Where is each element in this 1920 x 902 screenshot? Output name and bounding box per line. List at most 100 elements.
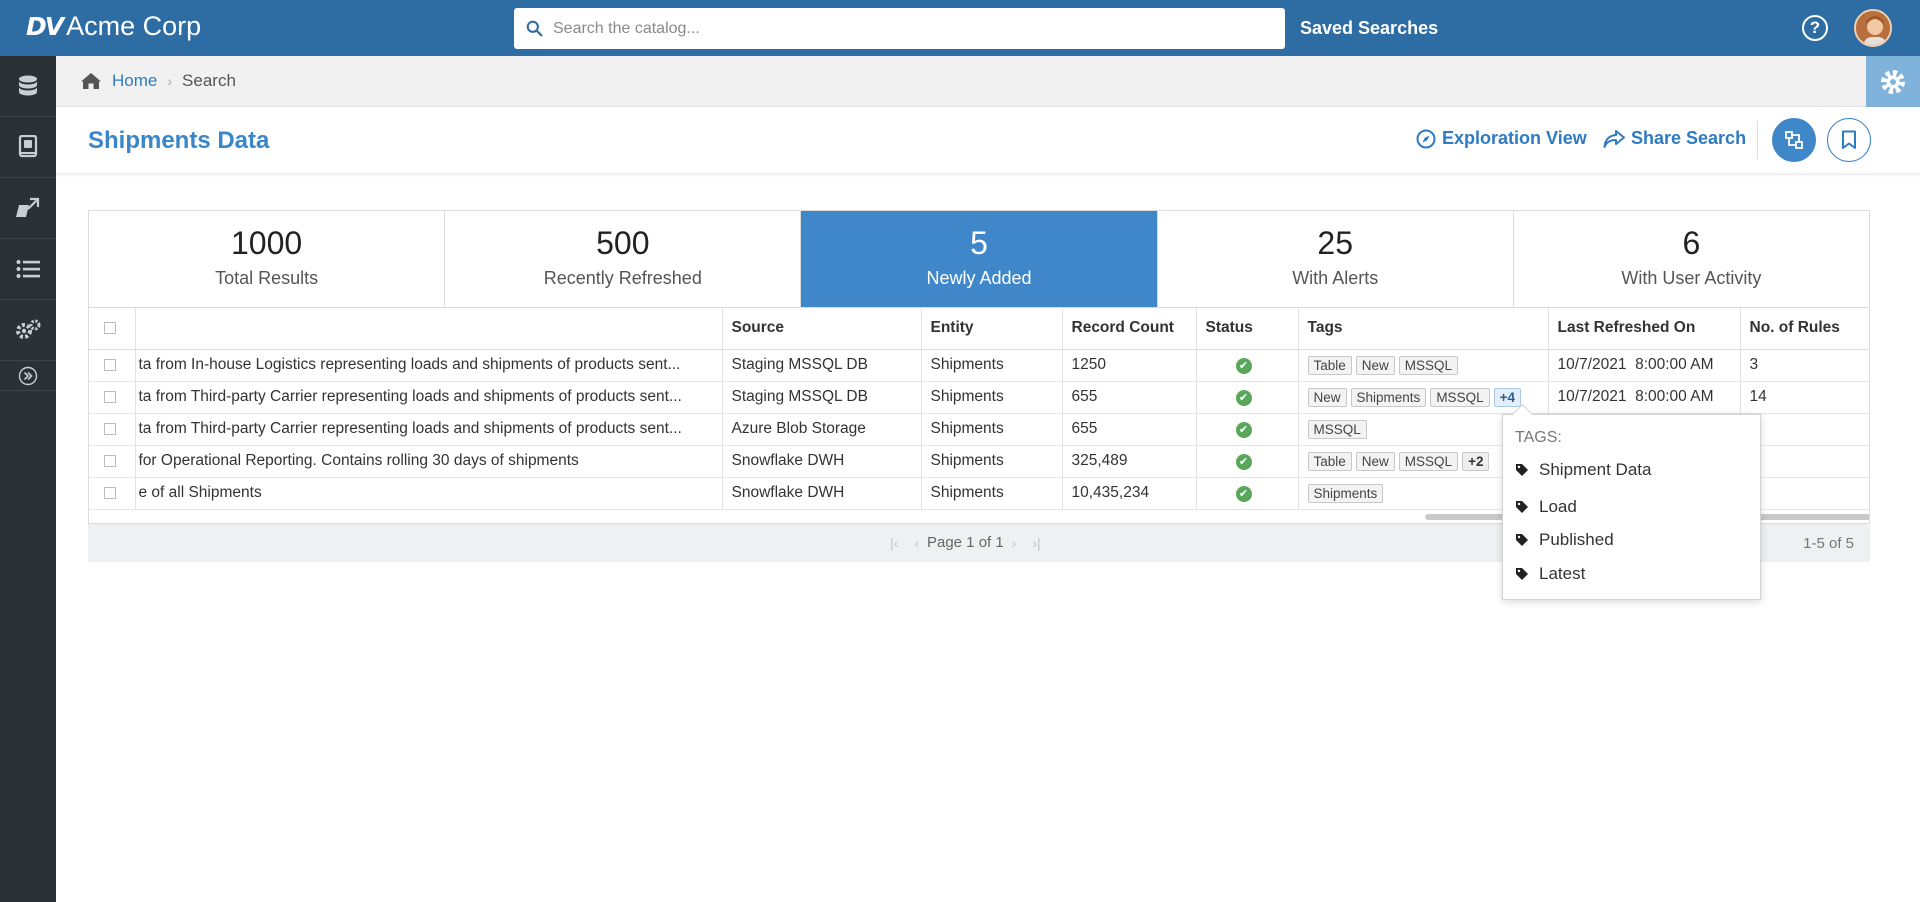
tag-icon xyxy=(1516,568,1528,580)
more-tags-button[interactable]: +4 xyxy=(1493,387,1521,407)
popover-tag-label: Published xyxy=(1539,530,1614,549)
row-source: Azure Blob Storage xyxy=(722,413,922,446)
select-all-checkbox[interactable] xyxy=(104,322,116,335)
row-tags: Table New MSSQL xyxy=(1298,349,1549,382)
row-checkbox[interactable] xyxy=(104,486,116,499)
row-rules: 3 xyxy=(1740,349,1869,382)
list-icon xyxy=(16,260,40,278)
stat-label: Recently Refreshed xyxy=(543,268,702,288)
sidebar-expand-toggle[interactable] xyxy=(0,361,56,391)
tag-chip: New xyxy=(1307,387,1347,407)
tag-chip: Table xyxy=(1307,355,1352,375)
row-description[interactable]: for Operational Reporting. Contains roll… xyxy=(135,445,723,478)
row-description[interactable]: ta from Third-party Carrier representing… xyxy=(135,413,723,446)
popover-tag-item[interactable]: Load xyxy=(1515,497,1577,517)
reports-icon xyxy=(16,197,40,217)
tag-chip: MSSQL xyxy=(1398,355,1459,375)
row-record-count: 1250 xyxy=(1062,349,1197,382)
popover-tag-item[interactable]: Published xyxy=(1515,530,1614,550)
stat-with-user-activity[interactable]: 6 With User Activity xyxy=(1514,211,1869,307)
home-icon[interactable] xyxy=(80,72,102,90)
row-checkbox[interactable] xyxy=(104,422,116,435)
tag-chip: Shipments xyxy=(1350,387,1427,407)
column-header-record-count[interactable]: Record Count xyxy=(1062,308,1197,350)
share-search-link[interactable]: Share Search xyxy=(1603,128,1746,149)
breadcrumb-bar: Home › Search xyxy=(56,56,1920,107)
breadcrumb-home-link[interactable]: Home xyxy=(112,71,157,91)
tag-chip: Table xyxy=(1307,451,1352,471)
bookmark-button[interactable] xyxy=(1827,118,1871,162)
layout-toggle-button[interactable] xyxy=(1772,118,1816,162)
exploration-view-link[interactable]: Exploration View xyxy=(1416,128,1587,149)
pagination-controls: |‹ ‹ Page 1 of 1 › ›| xyxy=(882,534,1049,551)
row-entity: Shipments xyxy=(921,413,1063,446)
settings-button[interactable] xyxy=(1866,56,1920,107)
popover-tag-label: Shipment Data xyxy=(1539,460,1652,479)
stat-value: 5 xyxy=(970,225,988,261)
table-row[interactable]: ta from In-house Logistics representing … xyxy=(89,349,1869,382)
row-checkbox[interactable] xyxy=(104,358,116,371)
stat-value: 500 xyxy=(596,225,650,261)
sidebar-item-settings[interactable] xyxy=(0,300,56,361)
tag-icon xyxy=(1516,464,1528,476)
popover-tag-item[interactable]: Shipment Data xyxy=(1515,460,1651,480)
last-page-icon[interactable]: ›| xyxy=(1032,535,1040,551)
row-description[interactable]: ta from Third-party Carrier representing… xyxy=(135,381,723,414)
book-icon xyxy=(18,135,38,158)
stat-newly-added[interactable]: 5 Newly Added xyxy=(801,211,1158,307)
first-page-icon[interactable]: |‹ xyxy=(890,535,898,551)
column-header-tags[interactable]: Tags xyxy=(1298,308,1549,350)
row-checkbox[interactable] xyxy=(104,390,116,403)
row-description[interactable]: ta from In-house Logistics representing … xyxy=(135,349,723,382)
status-ok-icon: ✔ xyxy=(1235,486,1252,502)
page-header: Shipments Data Exploration View Share Se… xyxy=(56,107,1920,173)
column-header-source[interactable]: Source xyxy=(722,308,922,350)
prev-page-icon[interactable]: ‹ xyxy=(914,535,919,551)
page-title: Shipments Data xyxy=(88,127,270,154)
search-box[interactable] xyxy=(514,8,1285,49)
app-logo[interactable]: DV Acme Corp xyxy=(26,11,201,42)
tag-chip: MSSQL xyxy=(1398,451,1459,471)
tag-chip: New xyxy=(1355,451,1395,471)
stat-with-alerts[interactable]: 25 With Alerts xyxy=(1158,211,1514,307)
column-header-rules[interactable]: No. of Rules xyxy=(1740,308,1869,350)
logo-mark: DV xyxy=(26,12,64,41)
more-tags-button[interactable]: +2 xyxy=(1462,451,1490,471)
popover-tag-label: Load xyxy=(1539,497,1577,516)
help-icon[interactable]: ? xyxy=(1802,15,1828,41)
column-header-description[interactable] xyxy=(135,308,723,350)
layout-icon xyxy=(1785,131,1803,149)
search-input[interactable] xyxy=(553,19,1253,38)
stat-value: 25 xyxy=(1317,225,1353,261)
stat-total-results[interactable]: 1000 Total Results xyxy=(89,211,446,307)
tag-chip: MSSQL xyxy=(1430,387,1490,407)
saved-searches-link[interactable]: Saved Searches xyxy=(1300,18,1438,39)
popover-tag-item[interactable]: Latest xyxy=(1515,564,1585,584)
sidebar-item-database[interactable] xyxy=(0,56,56,117)
avatar[interactable] xyxy=(1854,9,1892,47)
sidebar-item-glossary[interactable] xyxy=(0,117,56,178)
row-tags: New Shipments MSSQL +4 xyxy=(1298,381,1549,414)
row-entity: Shipments xyxy=(921,381,1063,414)
sidebar-item-reports[interactable] xyxy=(0,178,56,239)
header-divider xyxy=(1757,121,1758,159)
table-row[interactable]: ta from Third-party Carrier representing… xyxy=(89,381,1869,414)
row-source: Snowflake DWH xyxy=(722,477,922,510)
popover-tag-label: Latest xyxy=(1539,564,1586,583)
row-source: Staging MSSQL DB xyxy=(722,349,922,382)
stat-recently-refreshed[interactable]: 500 Recently Refreshed xyxy=(445,211,802,307)
pagination-range: 1-5 of 5 xyxy=(1803,535,1854,552)
row-last-refreshed: 10/7/2021 8:00:00 AM xyxy=(1548,381,1741,414)
column-header-entity[interactable]: Entity xyxy=(921,308,1063,350)
stat-label: With User Activity xyxy=(1621,268,1762,288)
tag-chip: MSSQL xyxy=(1307,419,1367,439)
share-icon xyxy=(1603,129,1625,148)
tag-icon xyxy=(1516,501,1528,513)
next-page-icon[interactable]: › xyxy=(1012,535,1017,551)
row-description[interactable]: e of all Shipments xyxy=(135,477,723,510)
sidebar-item-list[interactable] xyxy=(0,239,56,300)
column-header-last-refreshed[interactable]: Last Refreshed On xyxy=(1548,308,1741,350)
row-checkbox[interactable] xyxy=(104,454,116,467)
breadcrumb-separator: › xyxy=(167,73,173,89)
column-header-status[interactable]: Status xyxy=(1196,308,1299,350)
